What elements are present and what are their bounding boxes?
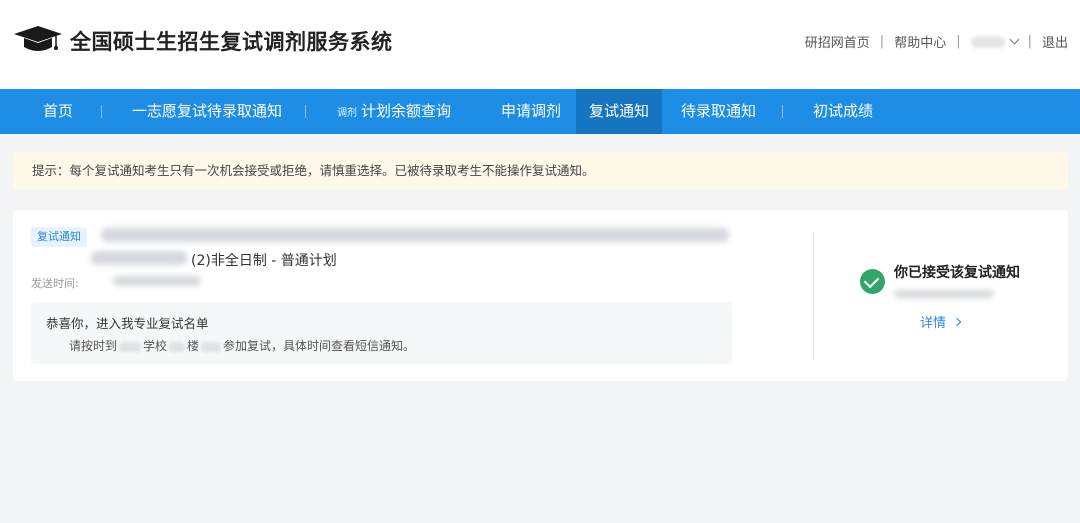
nav-retest-notice[interactable]: 复试通知 — [576, 89, 662, 134]
vertical-divider — [813, 232, 814, 360]
site-title: 全国硕士生招生复试调剂服务系统 — [70, 30, 393, 54]
details-link-label: 详情 — [920, 316, 947, 331]
separator: | — [1027, 34, 1032, 49]
user-dropdown[interactable] — [970, 34, 1020, 48]
separator: | — [956, 34, 961, 49]
yanzhao-home-link[interactable]: 研招网首页 — [805, 32, 870, 51]
separator: | — [879, 34, 885, 49]
nav-divider — [101, 105, 102, 118]
chevron-right-icon — [952, 317, 962, 326]
notice-type-badge: 复试通知 — [31, 227, 87, 247]
nav-apply-adjustment[interactable]: 申请调剂 — [501, 89, 561, 134]
message-title: 恭喜你，进入我专业复试名单 — [46, 316, 209, 331]
retest-notice-card: 复试通知 (2)非全日制 - 普通计划 发送时间: 恭喜你，进入我专业复试名单 … — [13, 210, 1068, 381]
nav-home[interactable]: 首页 — [43, 89, 73, 134]
chevron-down-icon — [1009, 34, 1020, 45]
top-links: 研招网首页 | 帮助中心 | | 退出 — [805, 32, 1068, 51]
enrollment-plan: (2)非全日制 - 普通计划 — [191, 253, 337, 269]
check-circle-icon — [860, 269, 885, 294]
sent-time-label: 发送时间: — [31, 277, 79, 290]
redacted-accept-time — [894, 290, 994, 298]
adjustment-tag: 调剂 — [337, 108, 357, 119]
nav-pending-admission[interactable]: 待录取通知 — [681, 89, 756, 134]
redacted-school-info — [101, 228, 729, 242]
nav-plan-balance-label: 计划余额查询 — [361, 102, 452, 120]
graduation-cap-icon — [14, 26, 62, 51]
help-center-link[interactable]: 帮助中心 — [894, 32, 946, 51]
redacted-major-info — [91, 251, 187, 265]
message-box: 恭喜你，进入我专业复试名单 请按时到 学校楼参加复试，具体时间查看短信通知。 — [31, 302, 732, 364]
header: 全国硕士生招生复试调剂服务系统 研招网首页 | 帮助中心 | | 退出 — [0, 0, 1080, 89]
nav-plan-balance[interactable]: 调剂 计划余额查询 — [337, 89, 451, 134]
message-body: 请按时到 学校楼参加复试，具体时间查看短信通知。 — [69, 339, 416, 353]
status-indicator: 你已接受该复试通知 — [860, 265, 1020, 294]
logout-link[interactable]: 退出 — [1042, 32, 1068, 51]
nav-divider — [782, 105, 783, 118]
main-nav: 首页 一志愿复试待录取通知 调剂 计划余额查询 申请调剂 复试通知 待录取通知 初… — [0, 89, 1080, 134]
nav-divider — [305, 105, 306, 118]
nav-first-choice-admission[interactable]: 一志愿复试待录取通知 — [132, 89, 282, 134]
details-link[interactable]: 详情 — [920, 312, 962, 331]
avatar — [970, 35, 1005, 48]
redacted-sent-time — [113, 276, 201, 286]
nav-initial-scores[interactable]: 初试成绩 — [813, 89, 873, 134]
status-text: 你已接受该复试通知 — [894, 265, 1020, 281]
notice-banner: 提示：每个复试通知考生只有一次机会接受或拒绝，请慎重选择。已被待录取考生不能操作… — [13, 152, 1068, 190]
